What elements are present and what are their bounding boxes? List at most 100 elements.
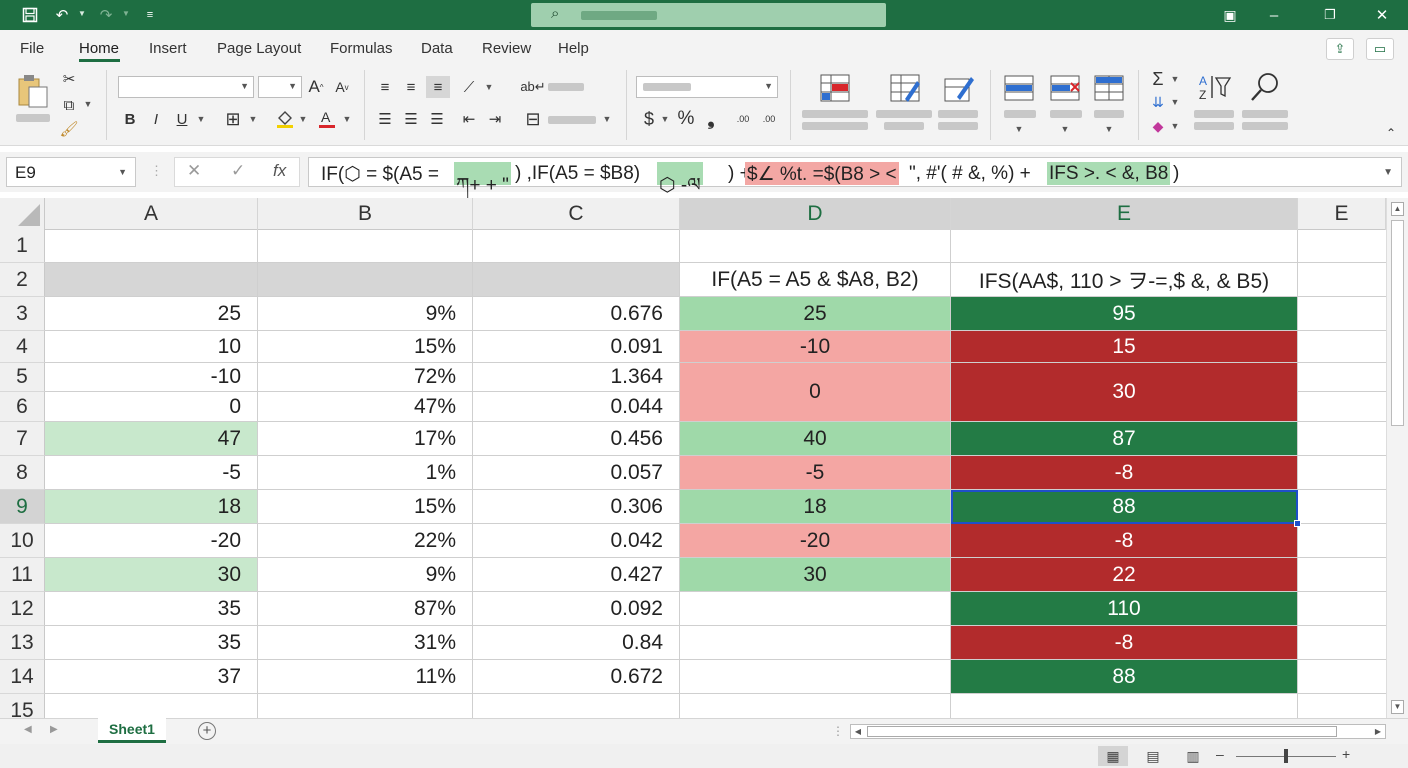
minimize-icon[interactable]: – — [1264, 5, 1284, 25]
format-painter-icon[interactable]: 🖌 — [58, 118, 80, 140]
cell-e2[interactable]: IFS(AA$, 110 > ヲ-=,$ &, & B5) — [951, 263, 1298, 297]
shrink-font-button[interactable]: Av — [332, 76, 352, 98]
cell-f8[interactable] — [1298, 456, 1386, 490]
scroll-up-icon[interactable]: ▲ — [1391, 202, 1404, 216]
cell-a15[interactable] — [45, 694, 258, 718]
align-middle-icon[interactable]: ≡ — [400, 76, 422, 98]
font-name-combo[interactable]: ▼ — [118, 76, 254, 98]
enter-icon[interactable]: ✓ — [231, 161, 245, 181]
underline-button[interactable]: U — [172, 108, 192, 130]
align-center-icon[interactable]: ☰ — [400, 108, 422, 130]
cell-a1[interactable] — [45, 230, 258, 263]
cell-d12[interactable] — [680, 592, 951, 626]
wrap-text-icon[interactable]: ab↵ — [520, 76, 545, 98]
cell-f6[interactable] — [1298, 392, 1386, 422]
comments-icon[interactable]: ▭ — [1366, 38, 1394, 60]
insert-function-icon[interactable]: fx — [273, 161, 286, 181]
cell-f11[interactable] — [1298, 558, 1386, 592]
row-header[interactable]: 9 — [0, 490, 45, 524]
cell-c2[interactable] — [473, 263, 680, 297]
cell-e1[interactable] — [951, 230, 1298, 263]
number-format-combo[interactable]: ▼ — [636, 76, 778, 98]
close-icon[interactable]: ✕ — [1372, 5, 1392, 25]
undo-dropdown-icon[interactable]: ▼ — [78, 9, 86, 18]
horizontal-scroll-thumb[interactable] — [867, 726, 1337, 737]
cell-b1[interactable] — [258, 230, 473, 263]
row-header[interactable]: 12 — [0, 592, 45, 626]
search-box[interactable]: ⌕ — [531, 3, 886, 27]
sort-filter-icon[interactable]: AZ — [1196, 70, 1234, 104]
row-header[interactable]: 15 — [0, 694, 45, 718]
cell-e9[interactable]: 88 — [951, 490, 1298, 524]
bold-button[interactable]: B — [120, 108, 140, 130]
cell-b6[interactable]: 47% — [258, 392, 473, 422]
cell-a9[interactable]: 18 — [45, 490, 258, 524]
cell-b10[interactable]: 22% — [258, 524, 473, 558]
restore-icon[interactable]: ❐ — [1320, 5, 1340, 25]
tab-formulas[interactable]: Formulas — [330, 40, 393, 57]
cell-b15[interactable] — [258, 694, 473, 718]
cell-e6[interactable]: 30 — [951, 363, 1298, 422]
merge-center-icon[interactable]: ⊟ — [522, 108, 544, 130]
cell-d9[interactable]: 18 — [680, 490, 951, 524]
zoom-slider-thumb[interactable] — [1284, 749, 1288, 763]
formula-input[interactable]: IF(⬡ = $(A5 = ཀ+ + " ) ,IF(A5 = $B8) ⬡ -… — [308, 157, 1402, 196]
clear-icon[interactable]: ◆ — [1148, 116, 1168, 136]
column-header[interactable]: E — [951, 198, 1298, 230]
delete-dropdown-icon[interactable]: ▼ — [1060, 124, 1070, 134]
increase-decimal-button[interactable]: .00 — [732, 108, 754, 130]
tab-home[interactable]: Home — [79, 40, 119, 57]
cell-a2[interactable] — [45, 263, 258, 297]
orientation-icon[interactable]: ⟋ — [458, 76, 480, 98]
cell-a12[interactable]: 35 — [45, 592, 258, 626]
insert-dropdown-icon[interactable]: ▼ — [1014, 124, 1024, 134]
fill-color-icon[interactable] — [274, 108, 296, 130]
cell-c10[interactable]: 0.042 — [473, 524, 680, 558]
cell-e8[interactable]: -8 — [951, 456, 1298, 490]
cell-f12[interactable] — [1298, 592, 1386, 626]
underline-dropdown-icon[interactable]: ▼ — [196, 114, 206, 124]
cell-b13[interactable]: 31% — [258, 626, 473, 660]
cell-c12[interactable]: 0.092 — [473, 592, 680, 626]
row-header[interactable]: 7 — [0, 422, 45, 456]
autosum-icon[interactable]: Σ — [1148, 68, 1168, 90]
ribbon-display-icon[interactable]: ▣ — [1220, 5, 1240, 25]
cell-a4[interactable]: 10 — [45, 331, 258, 363]
borders-dropdown-icon[interactable]: ▼ — [248, 114, 258, 124]
cell-a8[interactable]: -5 — [45, 456, 258, 490]
column-header[interactable]: D — [680, 198, 951, 230]
scroll-right-icon[interactable]: ▶ — [1371, 725, 1385, 738]
cell-d1[interactable] — [680, 230, 951, 263]
row-header[interactable]: 3 — [0, 297, 45, 331]
cell-c8[interactable]: 0.057 — [473, 456, 680, 490]
comma-button[interactable]: ❟ — [702, 108, 720, 130]
font-color-dropdown-icon[interactable]: ▼ — [342, 114, 352, 124]
row-header[interactable]: 2 — [0, 263, 45, 297]
row-header[interactable]: 13 — [0, 626, 45, 660]
row-header[interactable]: 6 — [0, 392, 45, 422]
format-as-table-icon[interactable] — [886, 70, 924, 106]
cell-f3[interactable] — [1298, 297, 1386, 331]
name-box[interactable]: E9 ▼ — [6, 157, 136, 187]
copy-icon[interactable]: ⧉ — [58, 94, 80, 116]
cancel-icon[interactable]: ✕ — [187, 161, 201, 181]
cell-d10[interactable]: -20 — [680, 524, 951, 558]
expand-formula-icon[interactable]: ▼ — [1383, 167, 1393, 178]
cell-f5[interactable] — [1298, 363, 1386, 392]
add-sheet-icon[interactable]: + — [198, 722, 216, 740]
cell-e10[interactable]: -8 — [951, 524, 1298, 558]
cell-f9[interactable] — [1298, 490, 1386, 524]
cell-f15[interactable] — [1298, 694, 1386, 718]
cell-f13[interactable] — [1298, 626, 1386, 660]
cell-c4[interactable]: 0.091 — [473, 331, 680, 363]
page-break-view-icon[interactable]: ▥ — [1178, 746, 1208, 766]
horizontal-scrollbar[interactable]: ◀ ▶ — [850, 724, 1386, 739]
cell-b2[interactable] — [258, 263, 473, 297]
cell-styles-icon[interactable] — [940, 70, 978, 106]
align-top-icon[interactable]: ≡ — [374, 76, 396, 98]
conditional-formatting-icon[interactable] — [816, 70, 854, 106]
cell-a5[interactable]: -10 — [45, 363, 258, 392]
name-box-grip-icon[interactable]: ⋮ — [150, 163, 163, 179]
row-header[interactable]: 1 — [0, 230, 45, 263]
font-color-icon[interactable]: A — [316, 108, 338, 130]
